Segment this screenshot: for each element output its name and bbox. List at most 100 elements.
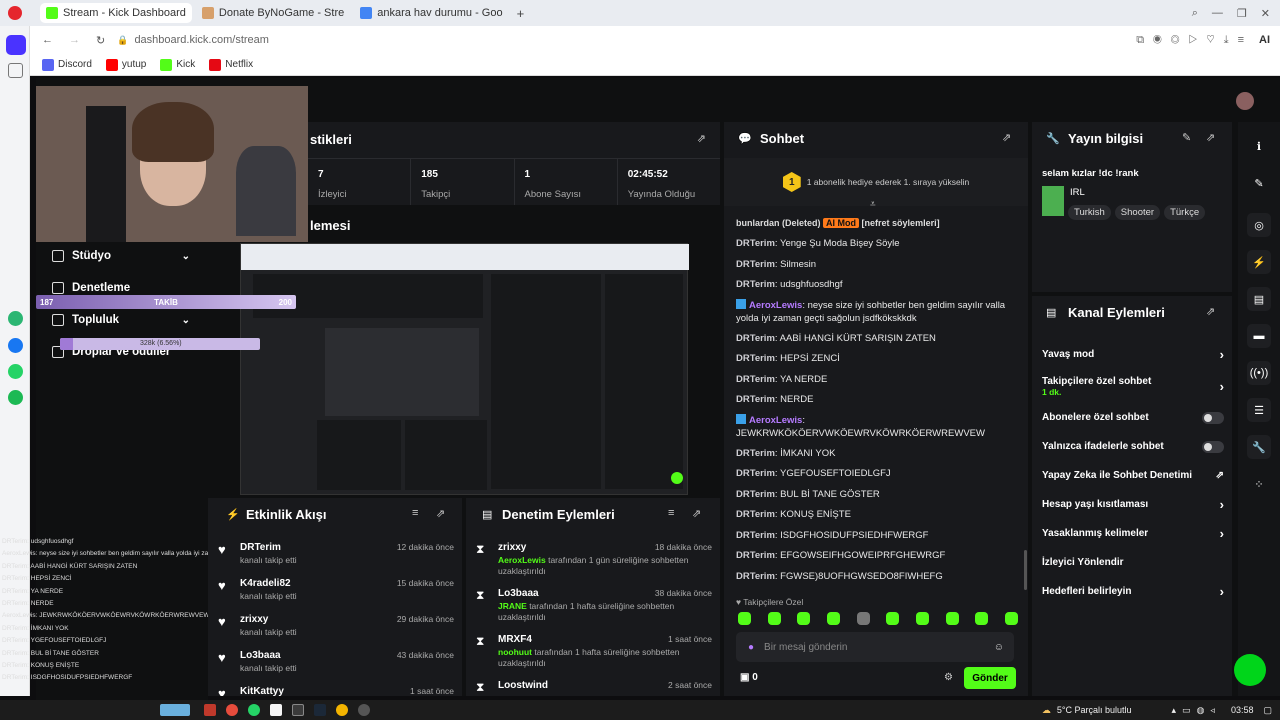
chat-settings-icon[interactable]: ⚙: [944, 672, 953, 683]
toggle-switch[interactable]: [1202, 440, 1224, 453]
emote-icon[interactable]: [886, 612, 900, 625]
wrench-icon[interactable]: 🔧: [1247, 435, 1271, 459]
emote-icon[interactable]: [975, 612, 989, 625]
chat-username[interactable]: DRTerim: [736, 509, 775, 520]
broadcast-icon[interactable]: ((•)): [1247, 361, 1271, 385]
mod-action-user[interactable]: Loostwind: [498, 680, 548, 691]
more-icon[interactable]: ⁘: [1247, 472, 1271, 496]
popout-icon[interactable]: ⇗: [1206, 131, 1215, 144]
tray-icons[interactable]: ▴▭◍◃: [1172, 705, 1221, 716]
activity-user[interactable]: Lo3baaa: [240, 650, 281, 661]
emote-icon[interactable]: [856, 612, 870, 625]
info-icon[interactable]: ℹ: [1247, 134, 1271, 158]
back-icon[interactable]: ←: [42, 34, 53, 46]
pencil-icon[interactable]: ✎: [1247, 171, 1271, 195]
activity-user[interactable]: zrixxy: [240, 614, 268, 625]
mod-action-item[interactable]: ⧗ zrixxy 18 dakika önce AeroxLewis tarafınd…: [476, 542, 712, 588]
weather-text[interactable]: 5°C Parçalı bulutlu: [1057, 705, 1132, 715]
obs-icon[interactable]: [358, 704, 370, 716]
moderator-name[interactable]: AeroxLewis: [498, 555, 546, 565]
chat-scrollbar[interactable]: [1024, 550, 1027, 590]
channel-action-row[interactable]: Yasaklanmış kelimeler ›: [1042, 519, 1232, 548]
filter-icon[interactable]: ≡: [668, 507, 674, 519]
popout-icon[interactable]: ⇗: [1002, 131, 1011, 144]
mod-action-item[interactable]: ⧗ MRXF4 1 saat önce noohuut tarafından 1 ha…: [476, 634, 712, 680]
activity-user[interactable]: KitKattyy: [240, 686, 284, 696]
chat-username[interactable]: DRTerim: [736, 279, 775, 290]
opera-logo-icon[interactable]: [8, 6, 22, 20]
chat-username[interactable]: DRTerim: [736, 550, 775, 561]
sidebar-item[interactable]: Stüdyo ⌄: [36, 240, 208, 272]
address-bar-actions[interactable]: ⧉◉◎▷♡⤓≡: [1136, 34, 1253, 47]
browser-tab[interactable]: Donate ByNoGame - Stre: [196, 3, 350, 23]
popout-icon[interactable]: ⇗: [692, 507, 701, 520]
popout-icon[interactable]: ⇗: [1206, 305, 1215, 318]
collapse-pinned-icon[interactable]: ⩡: [870, 199, 876, 210]
emote-icon[interactable]: [738, 612, 751, 625]
pinboard-icon[interactable]: [8, 63, 23, 78]
chat-username[interactable]: DRTerim: [736, 571, 775, 582]
url-field[interactable]: dashboard.kick.com/stream: [134, 34, 269, 46]
bookmark-item[interactable]: Kick: [160, 58, 195, 71]
tag-chip[interactable]: Shooter: [1114, 205, 1161, 220]
emote-icon[interactable]: [797, 612, 811, 625]
opera-icon[interactable]: [226, 704, 238, 716]
minimize-icon[interactable]: —: [1212, 7, 1223, 19]
new-tab-button[interactable]: +: [517, 6, 525, 21]
widget-icon[interactable]: [160, 704, 190, 716]
chat-input[interactable]: ● Bir mesaj gönderin ☺: [736, 632, 1014, 662]
moderator-name[interactable]: JRANE: [498, 601, 527, 611]
emote-icon[interactable]: [915, 612, 929, 625]
channel-action-row[interactable]: Takipçilere özel sohbet 1 dk. ›: [1042, 369, 1232, 403]
focus-icon[interactable]: ◎: [1247, 213, 1271, 237]
bookmark-item[interactable]: yutup: [105, 58, 146, 71]
emote-icon[interactable]: [1004, 612, 1018, 625]
browser-tab[interactable]: Stream - Kick Dashboard: [40, 3, 192, 23]
chat-username[interactable]: DRTerim: [736, 353, 775, 364]
user-avatar[interactable]: [1236, 92, 1254, 110]
chat-username[interactable]: DRTerim: [736, 394, 775, 405]
close-window-icon[interactable]: ✕: [1261, 7, 1270, 20]
floating-action-button[interactable]: [1234, 654, 1266, 686]
emote-icon[interactable]: [826, 612, 840, 625]
chat-username[interactable]: DRTerim: [736, 374, 775, 385]
steam-icon[interactable]: [314, 704, 326, 716]
emote-icon[interactable]: [767, 612, 781, 625]
chat-username[interactable]: DRTerim: [736, 468, 775, 479]
channel-action-row[interactable]: İzleyici Yönlendir: [1042, 548, 1232, 577]
channel-action-row[interactable]: Abonelere özel sohbet: [1042, 403, 1232, 432]
messenger-icon[interactable]: [8, 338, 23, 353]
document-icon[interactable]: ▤: [1247, 287, 1271, 311]
home-icon[interactable]: [6, 35, 26, 55]
bolt-icon[interactable]: ⚡: [1247, 250, 1271, 274]
mod-action-user[interactable]: MRXF4: [498, 634, 532, 645]
notepad-icon[interactable]: [270, 704, 282, 716]
channel-action-row[interactable]: Yapay Zeka ile Sohbet Denetimi ⇗: [1042, 461, 1232, 490]
mod-action-user[interactable]: zrixxy: [498, 542, 526, 553]
activity-user[interactable]: K4radeli82: [240, 578, 291, 589]
activity-item[interactable]: ♥ DRTerim 12 dakika önce kanalı takip etti: [218, 542, 454, 578]
channel-action-row[interactable]: Hesap yaşı kısıtlaması ›: [1042, 490, 1232, 519]
ai-button[interactable]: AI: [1259, 34, 1270, 46]
toggle-switch[interactable]: [1202, 411, 1224, 424]
bookmark-item[interactable]: Netflix: [209, 58, 253, 71]
reload-icon[interactable]: ↻: [96, 34, 105, 47]
spotify-icon[interactable]: [8, 390, 23, 405]
activity-item[interactable]: ♥ K4radeli82 15 dakika önce kanalı takip et…: [218, 578, 454, 614]
send-button[interactable]: Gönder: [964, 667, 1016, 689]
pinned-leaderboard[interactable]: 1 1 abonelik hediye ederek 1. sıraya yük…: [724, 158, 1028, 206]
popout-icon[interactable]: ⇗: [436, 507, 445, 520]
forward-icon[interactable]: →: [69, 34, 80, 46]
maximize-icon[interactable]: ❐: [1237, 7, 1247, 20]
chatgpt-icon[interactable]: [8, 311, 23, 326]
chat-username[interactable]: DRTerim: [736, 259, 775, 270]
emoji-icon[interactable]: ☺: [994, 642, 1004, 653]
terminal-icon[interactable]: [292, 704, 304, 716]
filter-icon[interactable]: ≡: [412, 507, 418, 519]
whatsapp-icon[interactable]: [8, 364, 23, 379]
chat-username[interactable]: DRTerim: [736, 530, 775, 541]
bookmark-item[interactable]: Discord: [42, 58, 92, 71]
search-tabs-icon[interactable]: ⌕: [1192, 7, 1198, 20]
mod-action-user[interactable]: Lo3baaa: [498, 588, 539, 599]
activity-user[interactable]: DRTerim: [240, 542, 281, 553]
